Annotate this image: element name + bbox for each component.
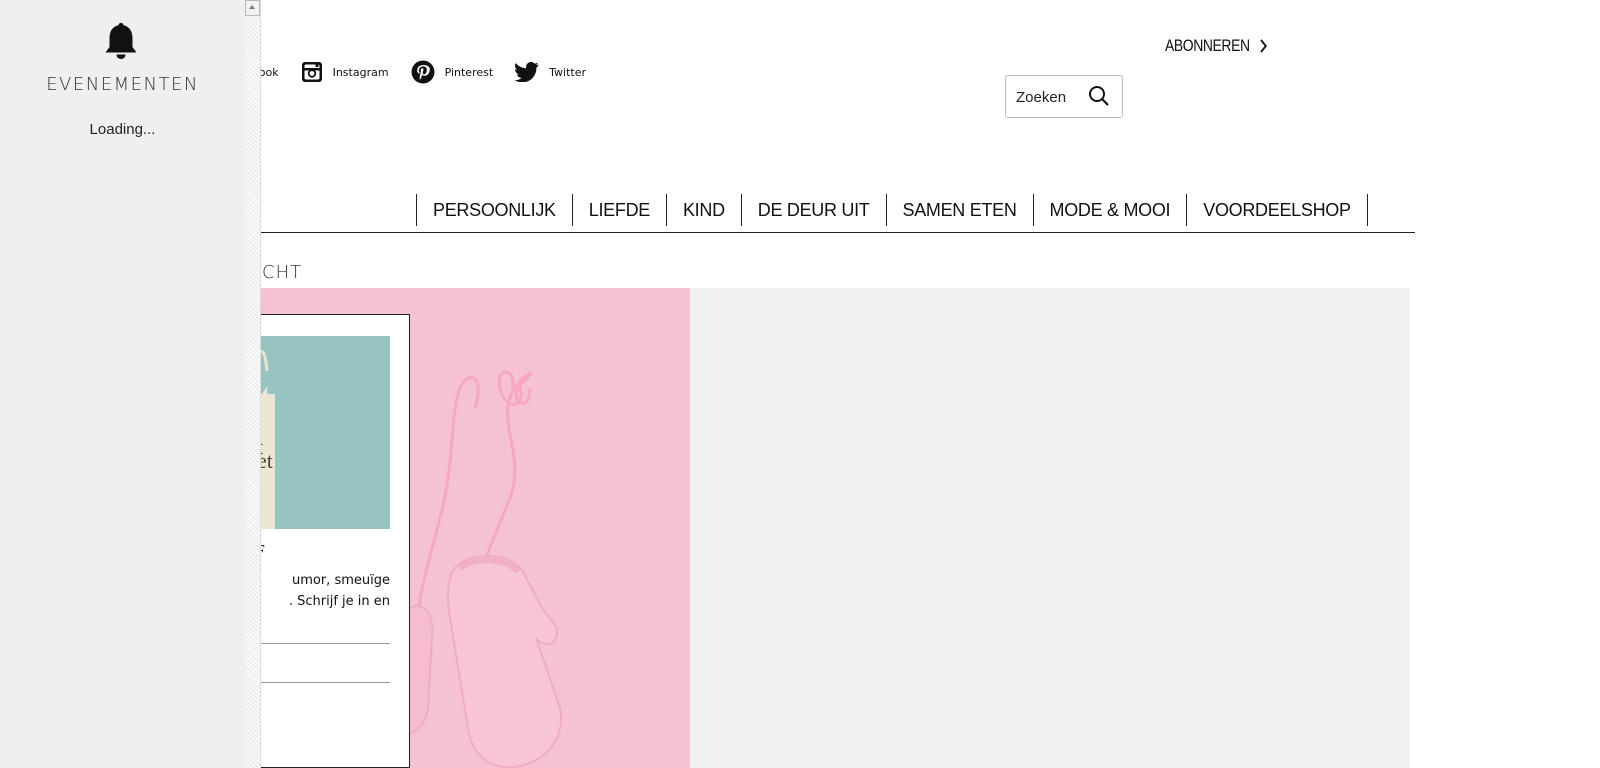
events-loading-text: Loading... <box>89 121 156 138</box>
newsletter-text-line1: umor, smeuïge <box>291 573 390 588</box>
search-box <box>1005 75 1123 118</box>
social-pinterest-link[interactable]: Pinterest <box>411 60 494 84</box>
nav-item-voordeelshop[interactable]: VOORDEELSHOP <box>1187 194 1368 226</box>
search-input[interactable] <box>1016 86 1086 108</box>
bell-icon[interactable] <box>101 20 141 62</box>
chevron-right-icon <box>1260 39 1268 53</box>
tote-bag-image: t et <box>255 336 390 529</box>
newsletter-divider <box>245 682 390 683</box>
newsletter-email-field[interactable] <box>245 643 390 644</box>
nav-item-persoonlijk[interactable]: PERSOONLIJK <box>417 194 573 226</box>
subscribe-link[interactable]: ABONNEREN <box>1165 36 1268 56</box>
search-icon[interactable] <box>1088 85 1110 107</box>
main-nav: PERSOONLIJK LIEFDE KIND DE DEUR UIT SAME… <box>260 194 1415 233</box>
subscribe-label: ABONNEREN <box>1165 36 1250 55</box>
pinterest-icon <box>411 60 435 84</box>
social-pinterest-label: Pinterest <box>444 65 494 79</box>
nav-item-samen-eten[interactable]: SAMEN ETEN <box>887 194 1034 226</box>
section-label: CHT <box>262 262 303 283</box>
newsletter-card: t et EF umor, smeuïge . Schrijf je in en <box>245 314 410 768</box>
events-sidebar: EVENEMENTEN Loading... <box>0 0 245 768</box>
scroll-up-arrow[interactable] <box>245 0 260 16</box>
social-twitter-label: Twitter <box>549 65 587 79</box>
social-links: ebook Instagram Pinterest Twitter <box>245 60 608 84</box>
twitter-icon <box>515 62 539 82</box>
social-instagram-label: Instagram <box>332 65 389 79</box>
content-panel <box>690 288 1410 768</box>
social-instagram-link[interactable]: Instagram <box>301 61 389 83</box>
nav-item-liefde[interactable]: LIEFDE <box>573 194 667 226</box>
newsletter-text-line2: . Schrijf je in en <box>288 594 390 609</box>
sidebar-scrollbar[interactable] <box>245 0 261 768</box>
nav-item-kind[interactable]: KIND <box>667 194 742 226</box>
newsletter-text: umor, smeuïge . Schrijf je in en <box>245 570 390 612</box>
social-twitter-link[interactable]: Twitter <box>515 62 586 82</box>
events-title: EVENEMENTEN <box>46 74 199 95</box>
nav-item-mode-mooi[interactable]: MODE & MOOI <box>1034 194 1188 226</box>
instagram-icon <box>301 62 322 82</box>
nav-item-de-deur-uit[interactable]: DE DEUR UIT <box>742 194 887 226</box>
